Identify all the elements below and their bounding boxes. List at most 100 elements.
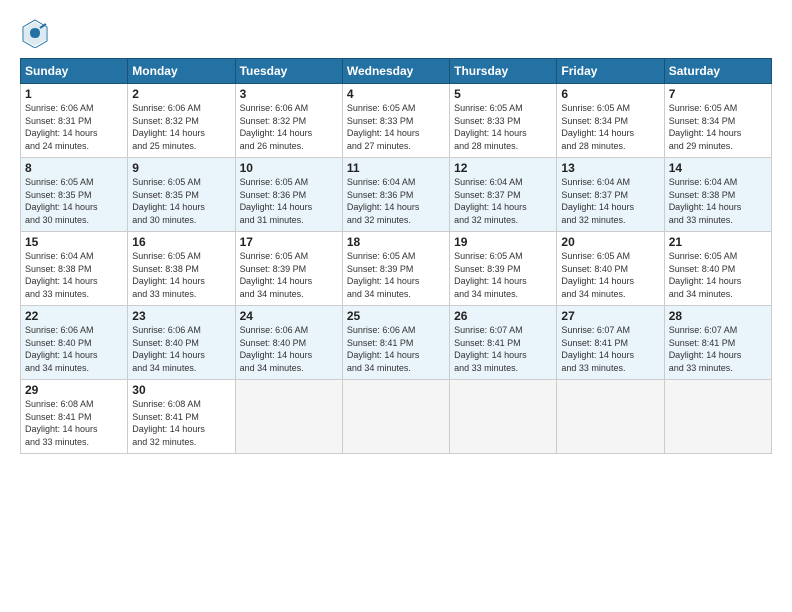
day-number: 28 (669, 309, 767, 323)
day-cell: 26Sunrise: 6:07 AM Sunset: 8:41 PM Dayli… (450, 306, 557, 380)
logo (20, 18, 54, 48)
day-number: 19 (454, 235, 552, 249)
day-number: 22 (25, 309, 123, 323)
day-info: Sunrise: 6:04 AM Sunset: 8:37 PM Dayligh… (561, 176, 659, 226)
day-number: 13 (561, 161, 659, 175)
day-number: 20 (561, 235, 659, 249)
day-info: Sunrise: 6:05 AM Sunset: 8:35 PM Dayligh… (132, 176, 230, 226)
day-info: Sunrise: 6:05 AM Sunset: 8:34 PM Dayligh… (561, 102, 659, 152)
day-info: Sunrise: 6:07 AM Sunset: 8:41 PM Dayligh… (561, 324, 659, 374)
day-info: Sunrise: 6:04 AM Sunset: 8:38 PM Dayligh… (669, 176, 767, 226)
day-cell: 1Sunrise: 6:06 AM Sunset: 8:31 PM Daylig… (21, 84, 128, 158)
day-info: Sunrise: 6:05 AM Sunset: 8:35 PM Dayligh… (25, 176, 123, 226)
calendar-body: 1Sunrise: 6:06 AM Sunset: 8:31 PM Daylig… (21, 84, 772, 454)
week-row-5: 29Sunrise: 6:08 AM Sunset: 8:41 PM Dayli… (21, 380, 772, 454)
day-info: Sunrise: 6:07 AM Sunset: 8:41 PM Dayligh… (669, 324, 767, 374)
day-number: 5 (454, 87, 552, 101)
day-info: Sunrise: 6:05 AM Sunset: 8:33 PM Dayligh… (347, 102, 445, 152)
day-number: 8 (25, 161, 123, 175)
weekday-monday: Monday (128, 59, 235, 84)
day-info: Sunrise: 6:06 AM Sunset: 8:41 PM Dayligh… (347, 324, 445, 374)
week-row-4: 22 Sunrise: 6:06 AM Sunset: 8:40 PM Dayli… (21, 306, 772, 380)
weekday-thursday: Thursday (450, 59, 557, 84)
day-info: Sunrise: 6:05 AM Sunset: 8:38 PM Dayligh… (132, 250, 230, 300)
day-number: 27 (561, 309, 659, 323)
day-cell: 4Sunrise: 6:05 AM Sunset: 8:33 PM Daylig… (342, 84, 449, 158)
day-number: 23 (132, 309, 230, 323)
weekday-tuesday: Tuesday (235, 59, 342, 84)
day-info: Sunrise: 6:05 AM Sunset: 8:39 PM Dayligh… (240, 250, 338, 300)
day-number: 17 (240, 235, 338, 249)
day-cell (557, 380, 664, 454)
day-cell: 9Sunrise: 6:05 AM Sunset: 8:35 PM Daylig… (128, 158, 235, 232)
day-info: Sunrise: 6:05 AM Sunset: 8:34 PM Dayligh… (669, 102, 767, 152)
day-number: 26 (454, 309, 552, 323)
day-info: Sunrise: 6:08 AM Sunset: 8:41 PM Dayligh… (25, 398, 123, 448)
day-number: 1 (25, 87, 123, 101)
day-cell: 29Sunrise: 6:08 AM Sunset: 8:41 PM Dayli… (21, 380, 128, 454)
day-info: Sunrise: 6:06 AM Sunset: 8:40 PM Dayligh… (132, 324, 230, 374)
day-number: 2 (132, 87, 230, 101)
day-info: Sunrise: 6:04 AM Sunset: 8:38 PM Dayligh… (25, 250, 123, 300)
day-cell: 2Sunrise: 6:06 AM Sunset: 8:32 PM Daylig… (128, 84, 235, 158)
day-cell: 21Sunrise: 6:05 AM Sunset: 8:40 PM Dayli… (664, 232, 771, 306)
weekday-sunday: Sunday (21, 59, 128, 84)
day-cell: 3Sunrise: 6:06 AM Sunset: 8:32 PM Daylig… (235, 84, 342, 158)
day-cell: 22Sunrise: 6:06 AM Sunset: 8:40 PM Dayli… (21, 306, 128, 380)
day-cell: 28Sunrise: 6:07 AM Sunset: 8:41 PM Dayli… (664, 306, 771, 380)
week-row-2: 8Sunrise: 6:05 AM Sunset: 8:35 PM Daylig… (21, 158, 772, 232)
day-number: 21 (669, 235, 767, 249)
day-info: Sunrise: 6:08 AM Sunset: 8:41 PM Dayligh… (132, 398, 230, 448)
day-cell: 27Sunrise: 6:07 AM Sunset: 8:41 PM Dayli… (557, 306, 664, 380)
day-number: 11 (347, 161, 445, 175)
weekday-wednesday: Wednesday (342, 59, 449, 84)
day-number: 3 (240, 87, 338, 101)
day-info: Sunrise: 6:05 AM Sunset: 8:39 PM Dayligh… (454, 250, 552, 300)
day-info: Sunrise: 6:06 AM Sunset: 8:32 PM Dayligh… (240, 102, 338, 152)
day-number: 7 (669, 87, 767, 101)
day-info: Sunrise: 6:07 AM Sunset: 8:41 PM Dayligh… (454, 324, 552, 374)
day-cell: 17Sunrise: 6:05 AM Sunset: 8:39 PM Dayli… (235, 232, 342, 306)
day-cell: 11Sunrise: 6:04 AM Sunset: 8:36 PM Dayli… (342, 158, 449, 232)
day-info: Sunrise: 6:05 AM Sunset: 8:39 PM Dayligh… (347, 250, 445, 300)
weekday-friday: Friday (557, 59, 664, 84)
day-info: Sunrise: 6:04 AM Sunset: 8:37 PM Dayligh… (454, 176, 552, 226)
day-number: 30 (132, 383, 230, 397)
day-cell: 8Sunrise: 6:05 AM Sunset: 8:35 PM Daylig… (21, 158, 128, 232)
day-info: Sunrise: 6:05 AM Sunset: 8:40 PM Dayligh… (669, 250, 767, 300)
day-cell: 7Sunrise: 6:05 AM Sunset: 8:34 PM Daylig… (664, 84, 771, 158)
day-info: Sunrise: 6:05 AM Sunset: 8:40 PM Dayligh… (561, 250, 659, 300)
day-info: Sunrise: 6:06 AM Sunset: 8:32 PM Dayligh… (132, 102, 230, 152)
page: SundayMondayTuesdayWednesdayThursdayFrid… (0, 0, 792, 612)
day-number: 9 (132, 161, 230, 175)
day-cell: 5Sunrise: 6:05 AM Sunset: 8:33 PM Daylig… (450, 84, 557, 158)
day-cell (342, 380, 449, 454)
day-number: 16 (132, 235, 230, 249)
day-info: Sunrise: 6:05 AM Sunset: 8:36 PM Dayligh… (240, 176, 338, 226)
day-cell: 14Sunrise: 6:04 AM Sunset: 8:38 PM Dayli… (664, 158, 771, 232)
day-number: 25 (347, 309, 445, 323)
week-row-3: 15Sunrise: 6:04 AM Sunset: 8:38 PM Dayli… (21, 232, 772, 306)
day-info: Sunrise: 6:04 AM Sunset: 8:36 PM Dayligh… (347, 176, 445, 226)
week-row-1: 1Sunrise: 6:06 AM Sunset: 8:31 PM Daylig… (21, 84, 772, 158)
day-cell (450, 380, 557, 454)
day-cell: 13Sunrise: 6:04 AM Sunset: 8:37 PM Dayli… (557, 158, 664, 232)
weekday-header: SundayMondayTuesdayWednesdayThursdayFrid… (21, 59, 772, 84)
day-cell: 12Sunrise: 6:04 AM Sunset: 8:37 PM Dayli… (450, 158, 557, 232)
day-number: 10 (240, 161, 338, 175)
day-cell: 18Sunrise: 6:05 AM Sunset: 8:39 PM Dayli… (342, 232, 449, 306)
day-cell (235, 380, 342, 454)
day-cell (664, 380, 771, 454)
day-number: 4 (347, 87, 445, 101)
day-cell: 24Sunrise: 6:06 AM Sunset: 8:40 PM Dayli… (235, 306, 342, 380)
day-number: 14 (669, 161, 767, 175)
day-cell: 30Sunrise: 6:08 AM Sunset: 8:41 PM Dayli… (128, 380, 235, 454)
day-cell: 6Sunrise: 6:05 AM Sunset: 8:34 PM Daylig… (557, 84, 664, 158)
day-number: 18 (347, 235, 445, 249)
day-cell: 10Sunrise: 6:05 AM Sunset: 8:36 PM Dayli… (235, 158, 342, 232)
day-number: 12 (454, 161, 552, 175)
day-info: Sunrise: 6:06 AM Sunset: 8:40 PM Dayligh… (240, 324, 338, 374)
day-info: Sunrise: 6:06 AM Sunset: 8:31 PM Dayligh… (25, 102, 123, 152)
day-number: 6 (561, 87, 659, 101)
day-info: Sunrise: 6:05 AM Sunset: 8:33 PM Dayligh… (454, 102, 552, 152)
